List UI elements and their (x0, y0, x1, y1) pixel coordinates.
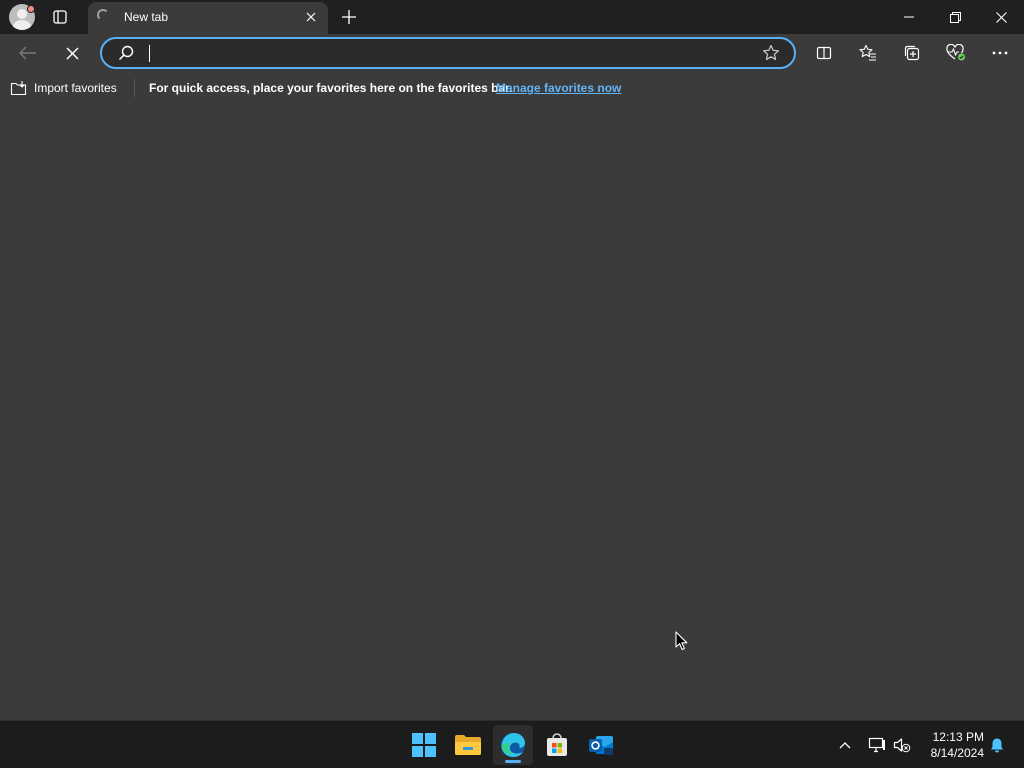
collections-icon[interactable] (897, 38, 927, 68)
minimize-icon[interactable] (886, 0, 932, 34)
address-input[interactable] (148, 43, 748, 63)
clock-date: 8/14/2024 (930, 746, 984, 760)
plus-icon[interactable] (337, 5, 361, 29)
split-screen-icon[interactable] (809, 38, 839, 68)
tab-title: New tab (124, 10, 169, 24)
network-icon[interactable] (866, 734, 888, 756)
restore-icon[interactable] (932, 0, 978, 34)
import-favorites-label: Import favorites (34, 81, 117, 95)
active-app-indicator (505, 760, 521, 763)
outlook-icon[interactable] (581, 725, 621, 765)
tab-new-tab[interactable]: New tab (88, 2, 328, 34)
favorites-bar: Import favorites For quick access, place… (0, 72, 1024, 104)
clock[interactable]: 12:13 PM 8/14/2024 (918, 729, 984, 761)
title-bar: New tab (0, 0, 1024, 34)
text-caret (149, 45, 150, 62)
store-icon[interactable] (537, 725, 577, 765)
import-favorites-button[interactable]: Import favorites (10, 78, 117, 98)
stop-icon[interactable] (57, 38, 87, 68)
close-icon[interactable] (302, 8, 320, 26)
heart-pulse-icon[interactable] (941, 38, 971, 68)
loading-spinner-icon (97, 9, 109, 21)
windows-icon[interactable] (404, 725, 444, 765)
favorites-hint-text: For quick access, place your favorites h… (149, 81, 513, 95)
favorites-divider (134, 79, 135, 97)
volume-muted-icon[interactable] (891, 734, 913, 756)
favorites-icon[interactable] (853, 38, 883, 68)
import-favorites-icon (10, 80, 28, 96)
star-icon[interactable] (762, 44, 780, 62)
chevron-up-icon[interactable] (834, 734, 856, 756)
profile-notification-dot (27, 5, 35, 13)
clock-time: 12:13 PM (932, 730, 984, 744)
browser-toolbar (0, 34, 1024, 72)
folder-icon[interactable] (448, 725, 488, 765)
back-arrow-icon[interactable] (13, 38, 43, 68)
search-icon (118, 45, 134, 61)
close-icon[interactable] (978, 0, 1024, 34)
taskbar: 12:13 PM 8/14/2024 (0, 720, 1024, 768)
more-icon[interactable] (985, 38, 1015, 68)
tab-actions-icon[interactable] (49, 7, 71, 27)
manage-favorites-link[interactable]: Manage favorites now (496, 81, 621, 95)
address-bar[interactable] (100, 37, 796, 69)
page-content (0, 104, 1024, 720)
notification-bell-icon[interactable] (986, 734, 1008, 756)
edge-icon[interactable] (493, 725, 533, 765)
mouse-pointer-icon (675, 631, 688, 651)
